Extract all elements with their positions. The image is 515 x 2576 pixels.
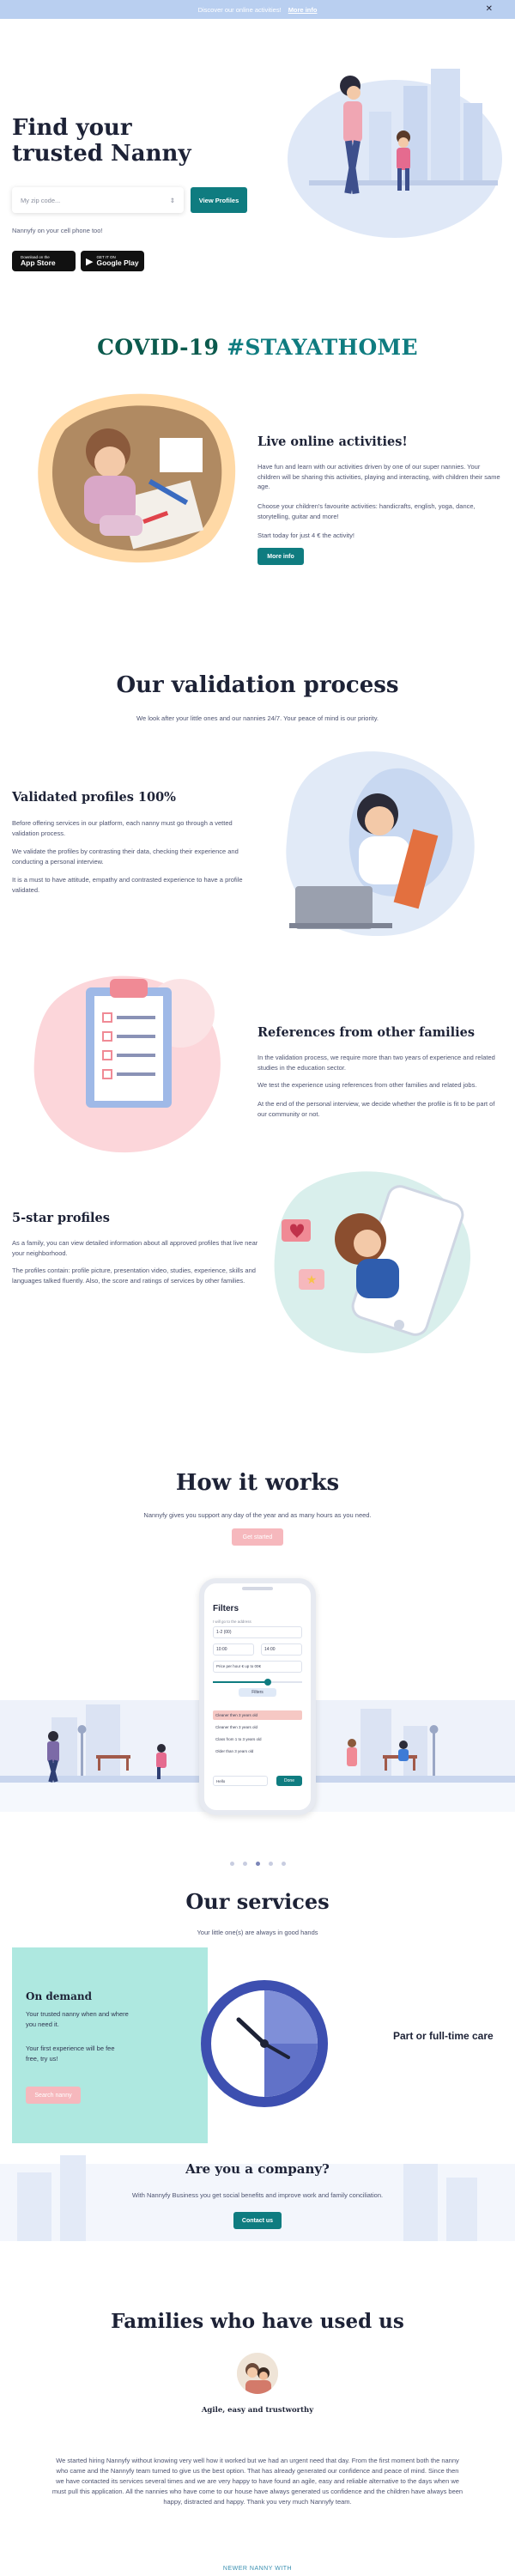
carousel-dot-active[interactable] [255, 1862, 260, 1866]
phone-filters-title: Filters [213, 1604, 239, 1613]
banner-more-info-link[interactable]: More info [288, 6, 318, 14]
play-icon: ▶ [86, 256, 94, 267]
phone-location-label: I will go to the address [213, 1619, 251, 1624]
hero-illustration [288, 69, 502, 238]
company-title: Are you a company? [185, 2161, 330, 2177]
phone-filters-button[interactable]: Filters [239, 1688, 276, 1697]
covid-title-plain: COVID-19 [97, 335, 227, 360]
phone-filter-row[interactable]: Cleaner then 3 years old [213, 1710, 302, 1720]
covid-paragraph-3: Start today for just 4 € the activity! [258, 532, 354, 539]
on-demand-heading: On demand [26, 1990, 92, 2002]
google-play-big: Google Play [96, 258, 139, 267]
validated-profiles-p3: It is a must to have attitude, empathy a… [12, 876, 243, 894]
phone-bottom-field[interactable]: Hello [213, 1776, 268, 1786]
phone-time-from[interactable]: 10:00 [213, 1643, 254, 1656]
phone-filter-row[interactable]: Cleaner then 3 years old [213, 1722, 302, 1732]
part-full-time-label[interactable]: Part or full-time care [393, 2030, 494, 2042]
references-heading: References from other families [258, 1025, 476, 1040]
more-testimonials-link[interactable]: NEWER NANNY WITH [0, 2566, 515, 2572]
references-p3: At the end of the personal interview, we… [258, 1100, 495, 1118]
phone-profile-illustration: ★ [274, 1171, 471, 1354]
five-star-heading: 5-star profiles [12, 1211, 110, 1225]
search-nanny-button[interactable]: Search nanny [26, 2087, 81, 2104]
svg-text:★: ★ [306, 1273, 318, 1287]
zip-code-input[interactable]: My zip code... ⇕ [12, 187, 184, 213]
clipboard-illustration [33, 975, 221, 1153]
view-profiles-button[interactable]: View Profiles [191, 187, 247, 213]
top-banner: Discover our online activities! More inf… [0, 0, 515, 19]
get-started-button[interactable]: Get started [232, 1528, 283, 1546]
services-subtitle: Your little one(s) are always in good ha… [197, 1929, 318, 1936]
validated-profiles-p2: We validate the profiles by contrasting … [12, 848, 239, 866]
hero-title: Find your trusted Nanny [12, 115, 191, 167]
services-title: Our services [185, 1889, 330, 1914]
phone-mockup: Filters I will go to the address 1-2 (00… [199, 1578, 316, 1815]
covid-title: COVID-19 #STAYATHOME [0, 335, 515, 360]
contact-us-button[interactable]: Contact us [233, 2212, 282, 2229]
five-star-p1: As a family, you can view detailed infor… [12, 1239, 258, 1257]
phone-speaker [242, 1587, 273, 1590]
covid-more-info-button[interactable]: More info [258, 548, 304, 565]
covid-title-hashtag: #STAYATHOME [227, 335, 418, 360]
how-title: How it works [175, 1470, 340, 1496]
validation-title: Our validation process [116, 672, 399, 698]
phone-slider-handle[interactable] [264, 1679, 272, 1686]
banner-text: Discover our online activities! [197, 5, 282, 14]
clock-icon [201, 1980, 328, 2107]
validated-profiles-p1: Before offering services in our platform… [12, 819, 233, 837]
testimonial-title: Agile, easy and trustworthy [201, 2406, 314, 2415]
phone-done-button[interactable]: Done [276, 1776, 302, 1786]
validated-profiles-heading: Validated profiles 100% [12, 790, 176, 805]
phone-time-to[interactable]: 14:00 [261, 1643, 302, 1656]
on-demand-p1: Your trusted nanny when and where you ne… [26, 2010, 129, 2028]
chevron-updown-icon: ⇕ [169, 196, 175, 204]
references-p2: We test the experience using references … [258, 1081, 477, 1089]
google-play-badge[interactable]: ▶ GET IT ON Google Play [81, 251, 144, 271]
phone-price-field[interactable]: Price per hour € up to 00€ [213, 1661, 302, 1673]
carousel-dot[interactable] [229, 1862, 234, 1866]
five-star-p2: The profiles contain: profile picture, p… [12, 1267, 256, 1285]
company-subtitle: With Nannyfy Business you get social ben… [131, 2191, 384, 2199]
carousel-dot[interactable] [242, 1862, 247, 1866]
phone-filter-row[interactable]: Class from 1 to 3 years old [213, 1735, 302, 1744]
close-icon[interactable]: ✕ [486, 4, 493, 14]
covid-paragraph-1: Have fun and learn with our activities d… [258, 463, 500, 490]
carousel-dot[interactable] [281, 1862, 286, 1866]
family-avatar [237, 2353, 278, 2394]
phone-zip-field[interactable]: 1-2 (00) [213, 1626, 302, 1638]
families-title: Families who have used us [111, 2310, 404, 2333]
how-subtitle: Nannyfy gives you support any day of the… [143, 1511, 372, 1519]
hero-subtitle: Nannyfy on your cell phone too! [12, 227, 103, 234]
validation-subtitle: We look after your little ones and our n… [136, 714, 379, 722]
zip-placeholder: My zip code... [21, 196, 61, 204]
references-p1: In the validation process, we require mo… [258, 1054, 495, 1072]
covid-heading: Live online activities! [258, 434, 408, 449]
app-store-badge[interactable]: Download on the App Store [12, 251, 76, 271]
phone-filter-row[interactable]: Older than 3 years old [213, 1747, 302, 1756]
covid-paragraph-2: Choose your children's favourite activit… [258, 502, 476, 520]
testimonial-text: We started hiring Nannyfy without knowin… [52, 2457, 464, 2506]
phone-slider[interactable] [213, 1679, 302, 1686]
phone-slider-fill [213, 1681, 267, 1683]
carousel-dots [0, 1862, 515, 1866]
on-demand-p2: Your first experience will be fee free, … [26, 2044, 115, 2063]
carousel-dot[interactable] [268, 1862, 273, 1866]
app-store-big: App Store [21, 258, 56, 267]
woman-laptop-illustration [286, 751, 475, 937]
child-painting-photo [38, 393, 236, 563]
